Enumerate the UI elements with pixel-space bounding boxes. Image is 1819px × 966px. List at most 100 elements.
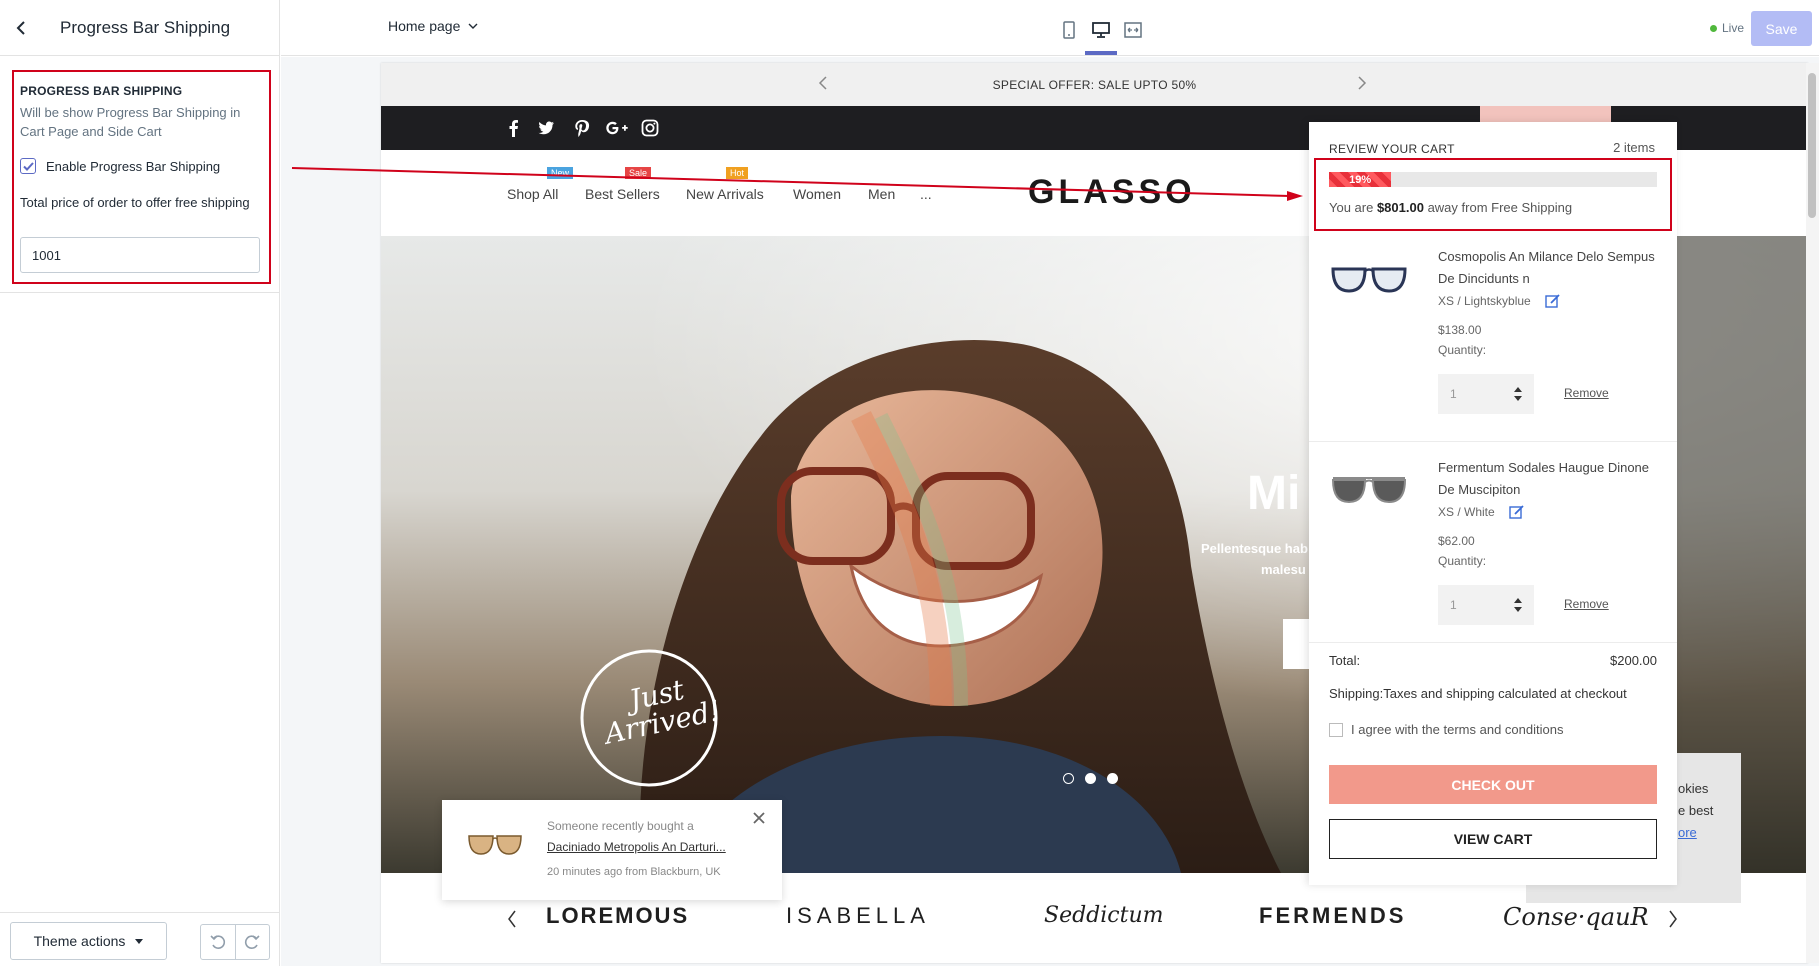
cart-title: REVIEW YOUR CART [1329,142,1455,156]
total-value: $200.00 [1610,653,1657,668]
announcement-prev-icon[interactable] [818,75,828,91]
view-cart-button[interactable]: VIEW CART [1329,819,1657,859]
theme-actions-label: Theme actions [33,933,126,949]
announcement-next-icon[interactable] [1357,75,1367,91]
recent-sale-popup[interactable]: Someone recently bought a Daciniado Metr… [442,800,782,900]
cart-item: Cosmopolis An Milance Delo Sempus De Din… [1309,231,1677,442]
nav-item[interactable]: Best Sellers [585,186,660,202]
checkout-button[interactable]: CHECK OUT [1329,765,1657,804]
terms-checkbox-row[interactable]: I agree with the terms and conditions [1329,722,1563,737]
hero-subtitle-1: Pellentesque hab [1201,541,1308,556]
nav-item[interactable]: Shop All [507,186,558,202]
caret-down-icon [135,938,144,944]
brand-seddictum[interactable]: Seddictum [1044,903,1164,928]
cart-item: Fermentum Sodales Haugue Dinone De Musci… [1309,442,1677,643]
cart-item-quantity-label: Quantity: [1438,554,1487,568]
instagram-icon[interactable] [641,119,659,137]
editor-topbar: Home page Live Save [281,0,1819,56]
chevron-left-icon [16,20,25,35]
cart-item-quantity-input[interactable]: 1 [1438,585,1534,625]
twitter-icon[interactable] [537,119,555,137]
brands-prev-icon[interactable] [507,910,517,928]
cart-item-quantity-input[interactable]: 1 [1438,374,1534,414]
mobile-icon [1063,21,1075,39]
nav-badge: Hot [726,167,749,179]
store-logo[interactable]: GLASSO [1028,173,1196,212]
desktop-view-button[interactable] [1089,18,1113,42]
cart-item-name[interactable]: Fermentum Sodales Haugue Dinone De Musci… [1438,457,1658,501]
cart-item-variant-row: XS / White [1438,504,1525,520]
progress-percent-label: 19% [1349,173,1372,186]
cart-item-count: 2 items [1613,140,1655,155]
slide-dot-2[interactable] [1085,773,1096,784]
nav-badge: New [547,167,574,179]
active-viewport-indicator [1085,51,1117,55]
brands-next-icon[interactable] [1668,910,1678,928]
slide-dot-1[interactable] [1063,773,1074,784]
enable-checkbox[interactable] [20,158,36,174]
total-label: Total: [1329,653,1361,668]
mobile-view-button[interactable] [1057,18,1081,42]
shipping-progress-fill: 19% [1329,172,1392,187]
popup-product-link[interactable]: Daciniado Metropolis An Darturi... [547,840,747,854]
brand-consequar[interactable]: Conse·qauR [1503,903,1649,931]
free-shipping-price-input[interactable] [20,237,260,273]
edit-icon[interactable] [1545,293,1561,309]
sidebar-divider [0,292,280,293]
cart-item-variant-row: XS / Lightskyblue [1438,293,1561,309]
away-suffix: away from Free Shipping [1423,200,1573,215]
close-icon[interactable] [753,812,765,824]
nav-item[interactable]: New Arrivals [686,186,764,202]
annotation-box-progress [1314,158,1672,231]
undo-button[interactable] [201,925,236,959]
free-shipping-price-label: Total price of order to offer free shipp… [20,195,250,210]
cart-item-name[interactable]: Cosmopolis An Milance Delo Sempus De Din… [1438,246,1658,290]
edit-icon[interactable] [1508,504,1525,520]
brand-loremous[interactable]: LOREMOUS [546,903,689,929]
live-dot-icon [1710,24,1717,32]
enable-progress-bar-toggle[interactable]: Enable Progress Bar Shipping [20,158,220,174]
theme-actions-button[interactable]: Theme actions [10,922,167,960]
nav-item[interactable]: Women [793,186,841,202]
brand-fermends[interactable]: FERMENDS [1259,903,1406,929]
free-shipping-message: You are $801.00 away from Free Shipping [1329,200,1572,215]
cookie-text-1: okies [1678,781,1709,796]
remove-item-link[interactable]: Remove [1564,597,1609,611]
cookie-more-link[interactable]: ore [1678,825,1697,840]
save-button[interactable]: Save [1751,11,1812,46]
brand-isabella[interactable]: ISABELLA [786,903,930,929]
cart-item-variant: XS / Lightskyblue [1438,294,1531,308]
sidebar-header: Progress Bar Shipping [0,0,279,56]
slide-dot-3[interactable] [1107,773,1118,784]
google-plus-icon[interactable] [605,119,629,137]
cart-item-price: $62.00 [1438,534,1475,548]
shipping-progress-bar: 19% [1329,172,1657,187]
sunglasses-thumb-icon [468,835,522,855]
section-title: PROGRESS BAR SHIPPING [20,84,183,98]
nav-item[interactable]: Men [868,186,895,202]
page-selector[interactable]: Home page [388,18,478,34]
facebook-icon[interactable] [505,119,523,137]
live-status: Live [1710,21,1744,35]
quantity-spinner-icon[interactable] [1514,386,1522,402]
announcement-bar: SPECIAL OFFER: SALE UPTO 50% [381,63,1808,106]
away-amount: $801.00 [1376,200,1424,215]
back-button[interactable] [0,0,42,56]
quantity-spinner-icon[interactable] [1514,597,1522,613]
remove-item-link[interactable]: Remove [1564,386,1609,400]
announcement-text: SPECIAL OFFER: SALE UPTO 50% [992,77,1197,92]
redo-button[interactable] [236,925,270,959]
scrollbar-thumb[interactable] [1808,73,1816,218]
enable-checkbox-label: Enable Progress Bar Shipping [46,158,221,174]
popup-time: 20 minutes ago from Blackburn, UK [547,866,721,878]
desktop-icon [1092,22,1110,38]
cart-item-variant: XS / White [1438,505,1495,519]
preview-scrollbar[interactable] [1806,63,1819,963]
nav-badge: Sale [625,167,652,179]
sidebar-title: Progress Bar Shipping [60,17,231,37]
cart-item-price: $138.00 [1438,323,1482,337]
fullscreen-view-button[interactable] [1121,18,1145,42]
terms-checkbox[interactable] [1329,722,1343,737]
nav-item[interactable]: ... [920,186,932,202]
pinterest-icon[interactable] [573,119,591,137]
